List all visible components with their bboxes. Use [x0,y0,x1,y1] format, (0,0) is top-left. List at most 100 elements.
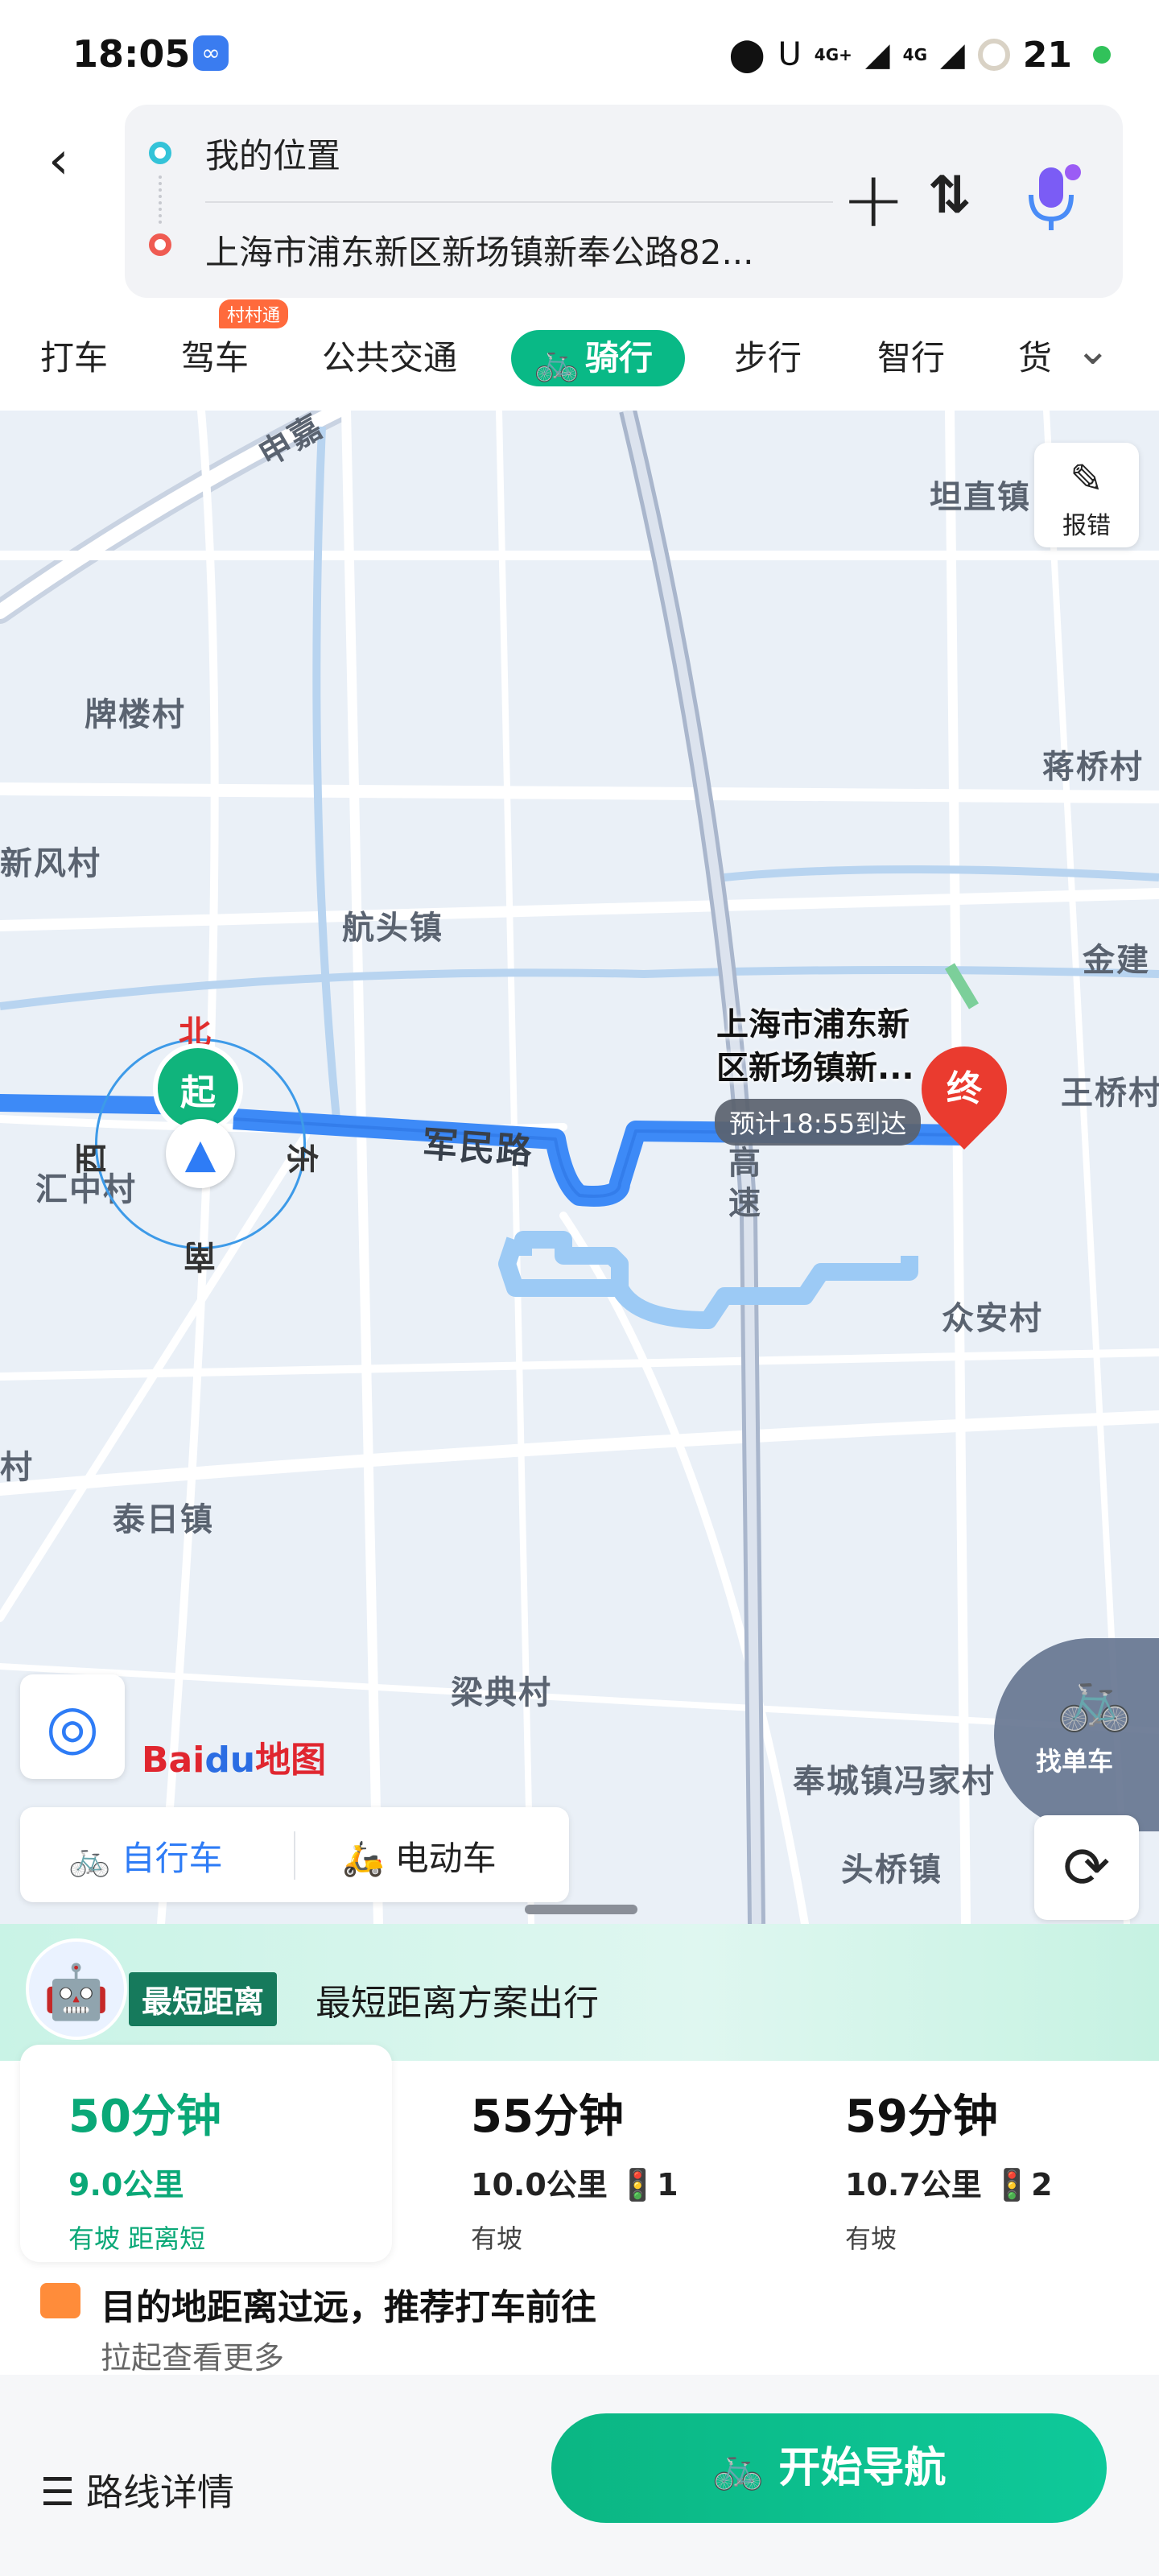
signal-icon-1: ◢ [864,36,890,73]
traffic-light-count: 2 [1031,2167,1053,2202]
route-tags: 有坡 [845,2223,897,2254]
map-label: 蒋桥村 [1042,749,1144,786]
tab-smart[interactable]: 智行 [877,330,945,386]
eta-badge: 预计18:55到达 [715,1099,922,1146]
end-marker[interactable]: 终 [904,1029,1025,1150]
map-label: 村 [0,1449,34,1486]
tab-freight[interactable]: 货 [1018,330,1050,386]
route-distance: 9.0公里 [68,2167,184,2202]
village-bus-tag: 村村通 [219,299,289,328]
nfc-icon: ᑌ [777,36,802,73]
map-label: 众安村 [942,1300,1043,1337]
status-bar: 18:05 ∞ ⬤ ᑌ 4G+ ◢ 4G ◢ 21 [0,0,1159,105]
route-option-2[interactable]: 55分钟 10.0公里 🚦1 有坡 [423,2045,777,2262]
signal-icon-2: ◢ [940,36,965,73]
compass-south: 南 [184,1237,216,1274]
travel-mode-tabs: 打车 驾车 公共交通 🚲 骑行 步行 智行 货 [0,306,1159,411]
tab-drive[interactable]: 驾车 [181,330,249,386]
add-waypoint-button[interactable]: + [841,161,905,238]
scooter-icon: 🛵 [342,1839,395,1878]
route-distance-row: 10.0公里 🚦1 [471,2160,777,2204]
tab-transit[interactable]: 公共交通 [322,330,457,386]
tip-title: 目的地距离过远，推荐打车前往 [101,2287,596,2328]
destination-label: 上海市浦东新 区新场镇新... [716,1003,914,1090]
compass-east: 东 [283,1142,320,1174]
bottom-action-bar: ☰ 路线详情 🚲 开始导航 [0,2375,1159,2576]
map-label: 头桥镇 [841,1852,942,1889]
status-time: 18:05 [72,32,191,76]
destination-field[interactable]: 上海市浦东新区新场镇新奉公路82... [205,225,817,275]
refresh-icon: ⟳ [1062,1835,1111,1901]
end-dot-icon [149,233,171,256]
destination-label-line2: 区新场镇新... [716,1050,914,1087]
network-label-1: 4G+ [814,45,852,64]
route-option-3[interactable]: 59分钟 10.7公里 🚦2 有坡 [797,2045,1143,2262]
find-bike-label: 找单车 [1035,1746,1113,1777]
destination-label-line1: 上海市浦东新 [716,1006,909,1043]
field-divider [205,201,833,203]
tab-cycling[interactable]: 🚲 骑行 [511,330,686,386]
bicycle-icon: 🚲 [534,340,580,383]
report-error-button[interactable]: ✎ 报错 [1034,443,1139,547]
network-label-2: 4G [902,45,927,64]
bicycle-option[interactable]: 🚲 自行车 [68,1831,223,1880]
route-input-box: 我的位置 上海市浦东新区新场镇新奉公路82... + ⇅ [125,105,1123,298]
route-connector [159,175,162,224]
bike-share-icon: 🚲 [1056,1662,1133,1734]
edit-icon: ✎ [1070,456,1103,502]
origin-field[interactable]: 我的位置 [205,129,340,178]
swap-route-button[interactable]: ⇅ [928,166,971,225]
ebike-option[interactable]: 🛵 电动车 [342,1831,497,1880]
route-tags: 有坡 距离短 [68,2223,206,2254]
report-error-label: 报错 [1062,512,1111,540]
route-sheet: 🤖 最短距离 最短距离方案出行 50分钟 9.0公里 有坡 距离短 55分钟 1… [0,1924,1159,2376]
tab-walk[interactable]: 步行 [734,330,802,386]
back-button[interactable]: ‹ [48,129,97,193]
route-time: 59分钟 [845,2091,998,2143]
baidu-map-logo: Baidu地图 [142,1740,327,1781]
battery-level: 21 [1022,34,1072,76]
bicycle-icon: 🚲 [68,1839,122,1878]
map-label: 梁典村 [451,1674,552,1711]
shortest-distance-badge: 最短距离 [129,1972,278,2026]
tab-taxi[interactable]: 打车 [40,330,108,386]
compass-west: 西 [73,1142,110,1174]
route-distance: 10.0公里 [471,2167,608,2202]
refresh-route-button[interactable]: ⟳ [1034,1815,1139,1920]
highway-label: 高速 [728,1145,762,1222]
route-details-button[interactable]: ☰ 路线详情 [40,2463,234,2516]
map-label: 牌楼村 [85,696,186,733]
map-view[interactable]: ✎ 报错 坦直镇 牌楼村 蒋桥村 新风村 航头镇 金建 王桥村 汇中村 众安村 … [0,411,1159,1924]
location-icon: ⬤ [728,36,765,73]
divider [294,1831,295,1880]
list-icon: ☰ [40,2470,76,2515]
start-dot-icon [149,142,171,164]
route-option-1[interactable]: 50分钟 9.0公里 有坡 距离短 [20,2045,392,2262]
privacy-dot-icon [1093,46,1111,64]
traffic-light-icon: 🚦 [618,2167,658,2202]
taxi-icon [40,2283,80,2318]
route-time: 55分钟 [471,2091,624,2143]
start-navigation-button[interactable]: 🚲 开始导航 [551,2413,1107,2523]
map-label: 泰日镇 [113,1501,214,1538]
route-time: 50分钟 [68,2091,221,2143]
sheet-drag-handle[interactable] [525,1905,637,1914]
route-header: ‹ 我的位置 上海市浦东新区新场镇新奉公路82... + ⇅ [0,105,1159,306]
tip-subtitle: 拉起查看更多 [101,2340,285,2376]
app-notification-icon: ∞ [193,35,229,71]
route-distance: 10.7公里 [845,2167,982,2202]
chevron-down-icon[interactable]: ⌄ [1075,326,1111,374]
map-label: 王桥村 [1061,1075,1159,1112]
map-label: 坦直镇 [930,479,1031,516]
traffic-light-count: 1 [657,2167,678,2202]
my-location-button[interactable]: ◎ [20,1674,125,1779]
battery-icon [977,39,1010,71]
map-label: 新风村 [0,845,101,882]
robot-avatar-icon: 🤖 [26,1938,127,2040]
traffic-light-icon: 🚦 [992,2167,1032,2202]
start-navigation-label: 开始导航 [778,2444,947,2492]
vehicle-type-selector: 🚲 自行车 🛵 电动车 [20,1807,569,1902]
route-details-label: 路线详情 [86,2471,235,2514]
voice-mic-icon[interactable] [1026,163,1083,235]
route-options: 50分钟 9.0公里 有坡 距离短 55分钟 10.0公里 🚦1 有坡 59分钟 … [20,2045,1143,2270]
